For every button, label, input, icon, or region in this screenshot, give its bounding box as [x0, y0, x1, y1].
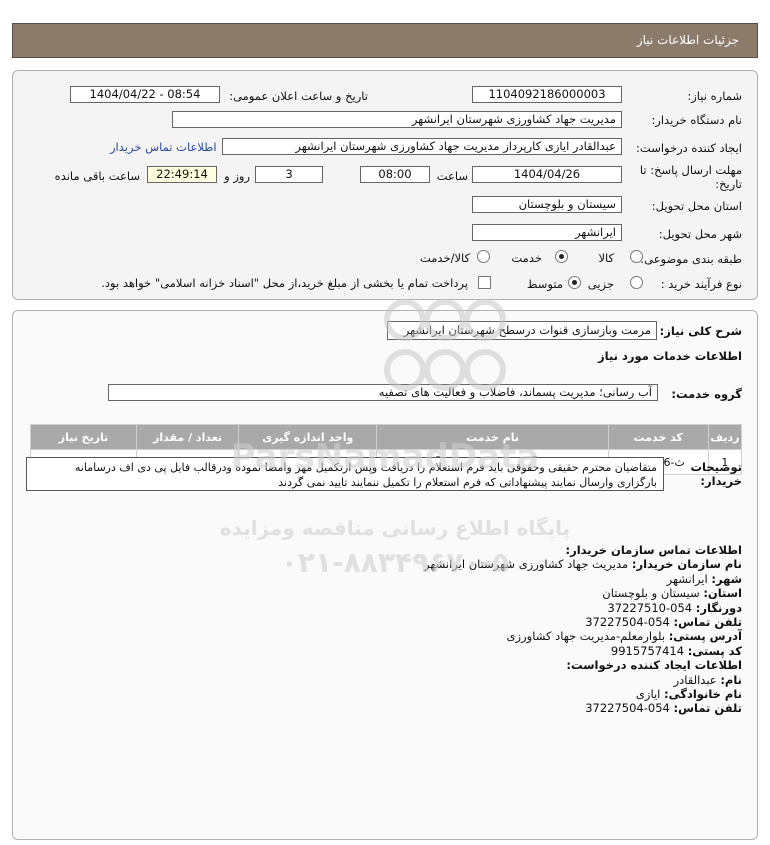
contact-province-label: استان:	[703, 586, 742, 601]
first-name-label: نام:	[720, 672, 742, 687]
deadline-date-field: 1404/04/26	[472, 166, 622, 183]
group-field: آب رسانی؛ مدیریت پسماند، فاضلاب و فعالیت…	[108, 384, 658, 401]
contact-city-label: شهر:	[711, 571, 742, 586]
summary-field: مرمت وبازسازی قنوات درسطح شهرستان ایرانش…	[387, 321, 657, 340]
remaining-label: ساعت باقی مانده	[54, 169, 140, 183]
contact-city: ایرانشهر	[666, 571, 708, 586]
deadline-time-field: 08:00	[360, 166, 430, 183]
radio-jozi[interactable]	[630, 276, 643, 289]
creator-title: اطلاعات ایجاد کننده درخواست:	[566, 658, 742, 673]
radio-kala-khedmat[interactable]	[477, 250, 490, 263]
buyer-notes-field: متقاضیان محترم حقیقی وحقوقی باید فرم است…	[26, 457, 664, 491]
buyer-notes-label: توضیحات خریدار:	[690, 460, 743, 488]
contact-section: اطلاعات تماس سازمان خریدار: نام سازمان خ…	[242, 543, 742, 716]
announce-label: تاریخ و ساعت اعلان عمومی:	[229, 89, 368, 103]
col-row: ردیف	[707, 424, 743, 450]
creator-phone: 054-37227504	[585, 701, 670, 716]
fax-label: دورنگار:	[695, 600, 742, 615]
org-name: مدیریت جهاد کشاورزی شهرستان ایرانشهر	[424, 557, 629, 572]
radio-kala-label: کالا	[598, 251, 614, 265]
province-label: استان محل تحویل:	[651, 199, 742, 213]
group-label: گروه خدمت:	[671, 387, 742, 401]
address-value: بلوارمعلم-مدیریت جهاد کشاورزی	[506, 629, 666, 644]
creator-label: ایجاد کننده درخواست:	[636, 141, 742, 155]
page-title: جزئیات اطلاعات نیاز	[636, 33, 739, 47]
services-title: اطلاعات خدمات مورد نیاز	[598, 349, 742, 363]
treasury-note: پرداخت تمام یا بخشی از مبلغ خرید،از محل …	[101, 276, 468, 290]
treasury-checkbox[interactable]	[478, 276, 491, 289]
address-label: آدرس پستی:	[668, 629, 742, 644]
table-header-row: ردیف کد خدمت نام خدمت واحد اندازه گیری ت…	[29, 424, 743, 450]
radio-motevaset[interactable]	[568, 276, 581, 289]
phone-label: تلفن تماس:	[673, 615, 742, 630]
fax-value: 054-37227510	[607, 600, 693, 615]
creator-field: عبدالقادر ایازی کارپرداز مدیریت جهاد کشا…	[222, 138, 622, 155]
contact-province: سیستان و بلوچستان	[602, 586, 700, 601]
province-field: سیستان و بلوچستان	[472, 196, 622, 213]
days-field: 3	[255, 166, 323, 183]
category-label: طبقه بندی موضوعی:	[640, 252, 742, 266]
first-name: عبدالقادر	[673, 672, 717, 687]
page-header: جزئیات اطلاعات نیاز	[12, 23, 758, 58]
col-name: نام خدمت	[376, 424, 609, 450]
col-unit: واحد اندازه گیری	[238, 424, 378, 450]
org-title: اطلاعات تماس سازمان خریدار:	[565, 543, 742, 557]
radio-khedmat[interactable]	[555, 250, 568, 263]
postal-label: کد پستی:	[687, 643, 742, 658]
radio-khedmat-label: خدمت	[511, 251, 542, 265]
last-name: ایازی	[635, 687, 661, 702]
city-field: ایرانشهر	[472, 224, 622, 241]
process-label: نوع فرآیند خرید :	[660, 277, 742, 291]
radio-kala[interactable]	[630, 250, 643, 263]
deadline-time-label: ساعت	[436, 169, 468, 183]
need-number-field: 1104092186000003	[472, 86, 622, 103]
radio-motevaset-label: متوسط	[526, 277, 563, 291]
buyer-label: نام دستگاه خریدار:	[651, 113, 742, 127]
buyer-contact-link[interactable]: اطلاعات تماس خریدار	[110, 140, 217, 154]
need-number-label: شماره نیاز:	[687, 89, 742, 103]
col-qty: تعداد / مقدار	[136, 424, 240, 450]
postal-value: 9915757414	[610, 643, 685, 658]
col-date: تاریخ نیاز	[29, 424, 138, 450]
remaining-time-field: 22:49:14	[147, 166, 217, 183]
radio-jozi-label: جزیی	[587, 277, 614, 291]
creator-phone-label: تلفن تماس:	[673, 701, 742, 716]
col-code: کد خدمت	[607, 424, 709, 450]
buyer-field: مدیریت جهاد کشاورزی شهرستان ایرانشهر	[172, 111, 622, 128]
radio-kala-khedmat-label: کالا/خدمت	[419, 251, 470, 265]
city-label: شهر محل تحویل:	[658, 227, 742, 241]
announce-field: 1404/04/22 - 08:54	[70, 86, 220, 103]
summary-label: شرح کلی نیاز:	[659, 324, 742, 338]
last-name-label: نام خانوادگی:	[664, 687, 742, 702]
days-label: روز و	[224, 169, 250, 183]
phone-value: 054-37227504	[585, 615, 670, 630]
deadline-label: مهلت ارسال پاسخ: تا تاریخ:	[639, 163, 742, 191]
org-name-label: نام سازمان خریدار:	[631, 557, 742, 572]
